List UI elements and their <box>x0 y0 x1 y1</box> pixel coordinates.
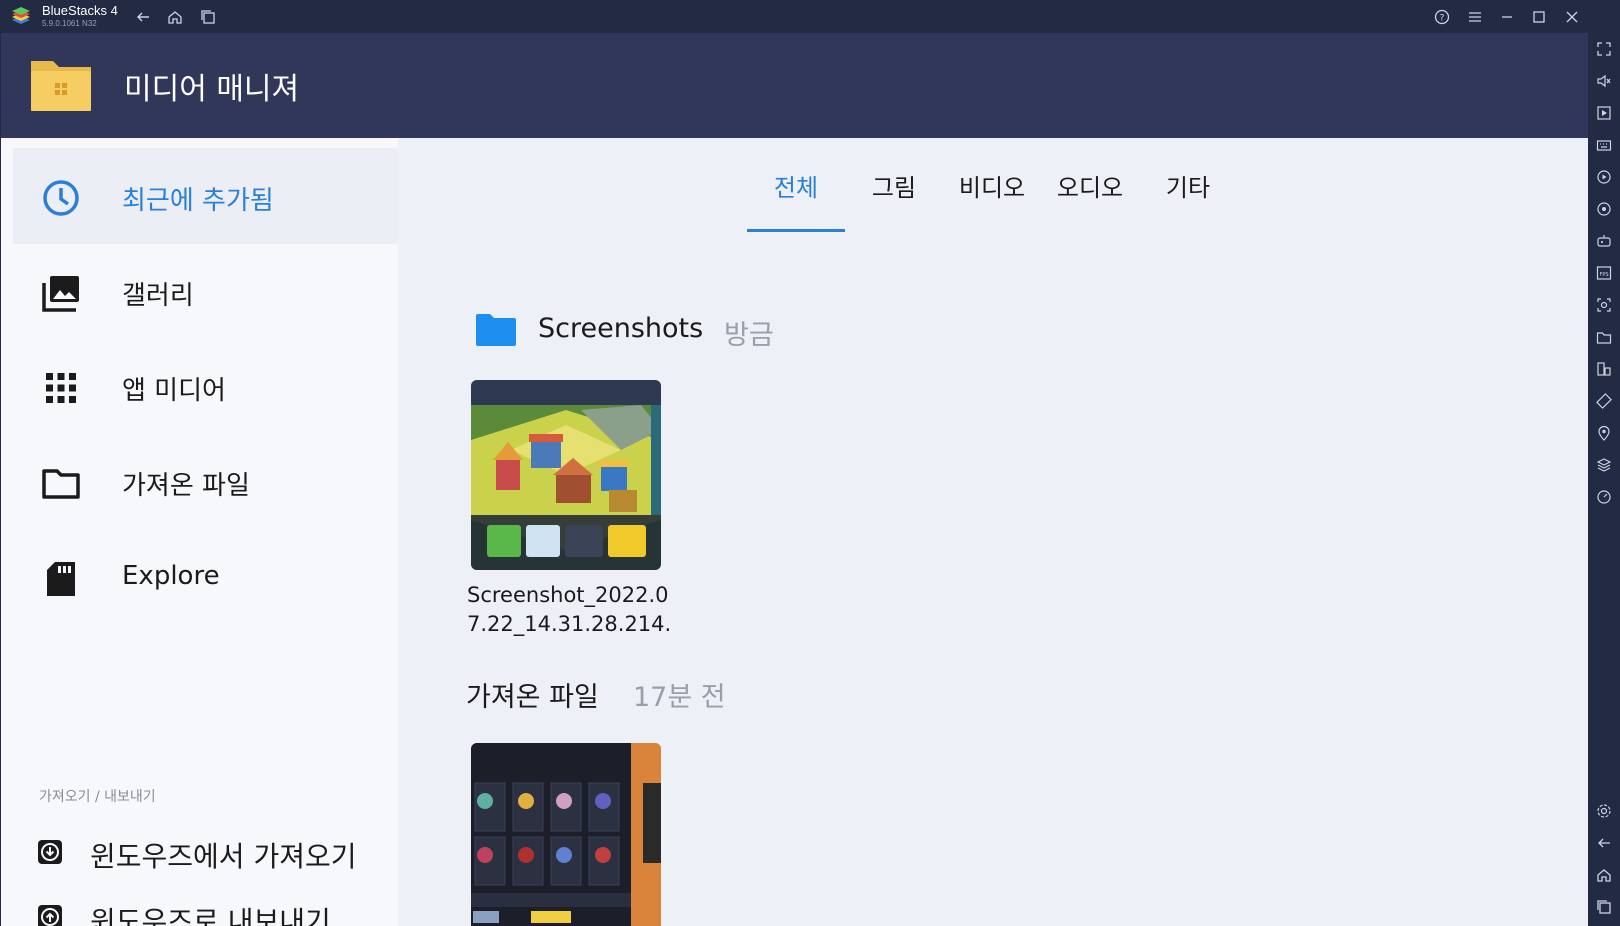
folder-logo-icon <box>31 61 91 111</box>
group-title-screenshots: Screenshots <box>538 313 704 344</box>
settings-icon[interactable] <box>1596 803 1612 819</box>
media-folder-icon[interactable] <box>1596 329 1612 345</box>
sidebar-item-label: Explore <box>122 561 220 591</box>
gallery-icon <box>41 273 81 313</box>
right-toolbar: FPS <box>1588 33 1620 926</box>
menu-icon[interactable] <box>1465 7 1485 27</box>
sidebar-item-recent[interactable]: 최근에 추가됨 <box>13 148 398 244</box>
tab-all[interactable]: 전체 <box>747 168 845 203</box>
tab-video[interactable]: 비디오 <box>943 168 1041 203</box>
imported-thumbnail[interactable] <box>471 743 661 926</box>
svg-text:FPS: FPS <box>1599 272 1608 278</box>
export-to-windows-button[interactable]: 윈도우즈로 내보내기 <box>37 893 387 926</box>
media-manager-app: 미디어 매니져 최근에 추가됨 갤러리 앱 미디어 가져온 파일 Explore… <box>1 33 1588 926</box>
sidebar-item-imported[interactable]: 가져온 파일 <box>13 433 398 529</box>
location-icon[interactable] <box>1596 425 1612 441</box>
gamepad-icon[interactable] <box>1596 233 1612 249</box>
folder-icon <box>476 314 516 346</box>
import-label: 윈도우즈에서 가져오기 <box>90 840 357 873</box>
clock-icon <box>41 178 81 218</box>
eco-mode-icon[interactable] <box>1596 489 1612 505</box>
macro-icon[interactable] <box>1596 201 1612 217</box>
sidebar-item-gallery[interactable]: 갤러리 <box>13 243 398 339</box>
cursor-icon[interactable] <box>1596 105 1612 121</box>
app-version: 5.9.0.1061 N32 <box>42 19 97 28</box>
grid-icon <box>41 368 81 408</box>
layers-icon[interactable] <box>1596 457 1612 473</box>
back-icon[interactable] <box>133 7 153 27</box>
import-from-windows-button[interactable]: 윈도우즈에서 가져오기 <box>37 828 387 878</box>
sidebar-item-label: 갤러리 <box>122 281 194 311</box>
active-tab-indicator <box>747 229 845 232</box>
fps-icon[interactable]: FPS <box>1596 265 1612 281</box>
tab-audio[interactable]: 오디오 <box>1041 168 1139 203</box>
screenshot-icon[interactable] <box>1596 297 1612 313</box>
close-icon[interactable] <box>1562 7 1582 27</box>
android-back-icon[interactable] <box>1596 835 1612 851</box>
group-time: 17분 전 <box>633 682 726 713</box>
export-icon <box>37 904 63 926</box>
svg-text:?: ? <box>1440 14 1445 24</box>
bluestacks-logo-icon <box>12 7 30 24</box>
keyboard-icon[interactable] <box>1596 137 1612 153</box>
maximize-icon[interactable] <box>1529 7 1549 27</box>
app-name: BlueStacks 4 <box>42 3 118 18</box>
group-time: 방금 <box>724 320 774 351</box>
file-name: Screenshot_2022.07.22_14.31.28.214. <box>467 583 672 636</box>
sidebar-item-app-media[interactable]: 앱 미디어 <box>13 338 398 434</box>
recent-apps-icon[interactable] <box>198 7 218 27</box>
folder-icon <box>41 463 81 503</box>
rotate-icon[interactable] <box>1596 393 1612 409</box>
android-home-icon[interactable] <box>1596 867 1612 883</box>
import-export-section-label: 가져오기 / 내보내기 <box>39 789 156 805</box>
title-bar: BlueStacks 4 5.9.0.1061 N32 ? <box>0 0 1620 33</box>
sidebar-item-label: 앱 미디어 <box>122 376 226 406</box>
android-recents-icon[interactable] <box>1596 899 1612 915</box>
import-icon <box>37 839 63 865</box>
minimize-icon[interactable] <box>1497 7 1517 27</box>
tab-images[interactable]: 그림 <box>845 168 943 203</box>
group-title-imported: 가져온 파일 <box>466 682 599 713</box>
volume-icon[interactable] <box>1596 73 1612 89</box>
tab-other[interactable]: 기타 <box>1139 168 1237 203</box>
sidebar-item-label: 최근에 추가됨 <box>122 186 274 216</box>
help-icon[interactable]: ? <box>1432 7 1452 27</box>
sidebar-item-explore[interactable]: Explore <box>13 529 398 625</box>
export-label: 윈도우즈로 내보내기 <box>90 905 331 926</box>
app-title: 미디어 매니져 <box>124 72 300 107</box>
home-icon[interactable] <box>165 7 185 27</box>
sidebar: 최근에 추가됨 갤러리 앱 미디어 가져온 파일 Explore 가져오기 / … <box>1 138 398 926</box>
screenshot-thumbnail[interactable] <box>471 380 661 570</box>
sidebar-item-label: 가져온 파일 <box>122 471 250 501</box>
record-icon[interactable] <box>1596 169 1612 185</box>
sd-card-icon <box>41 559 81 599</box>
multi-instance-icon[interactable] <box>1596 361 1612 377</box>
app-header: 미디어 매니져 <box>1 33 1588 138</box>
fullscreen-icon[interactable] <box>1596 41 1612 57</box>
